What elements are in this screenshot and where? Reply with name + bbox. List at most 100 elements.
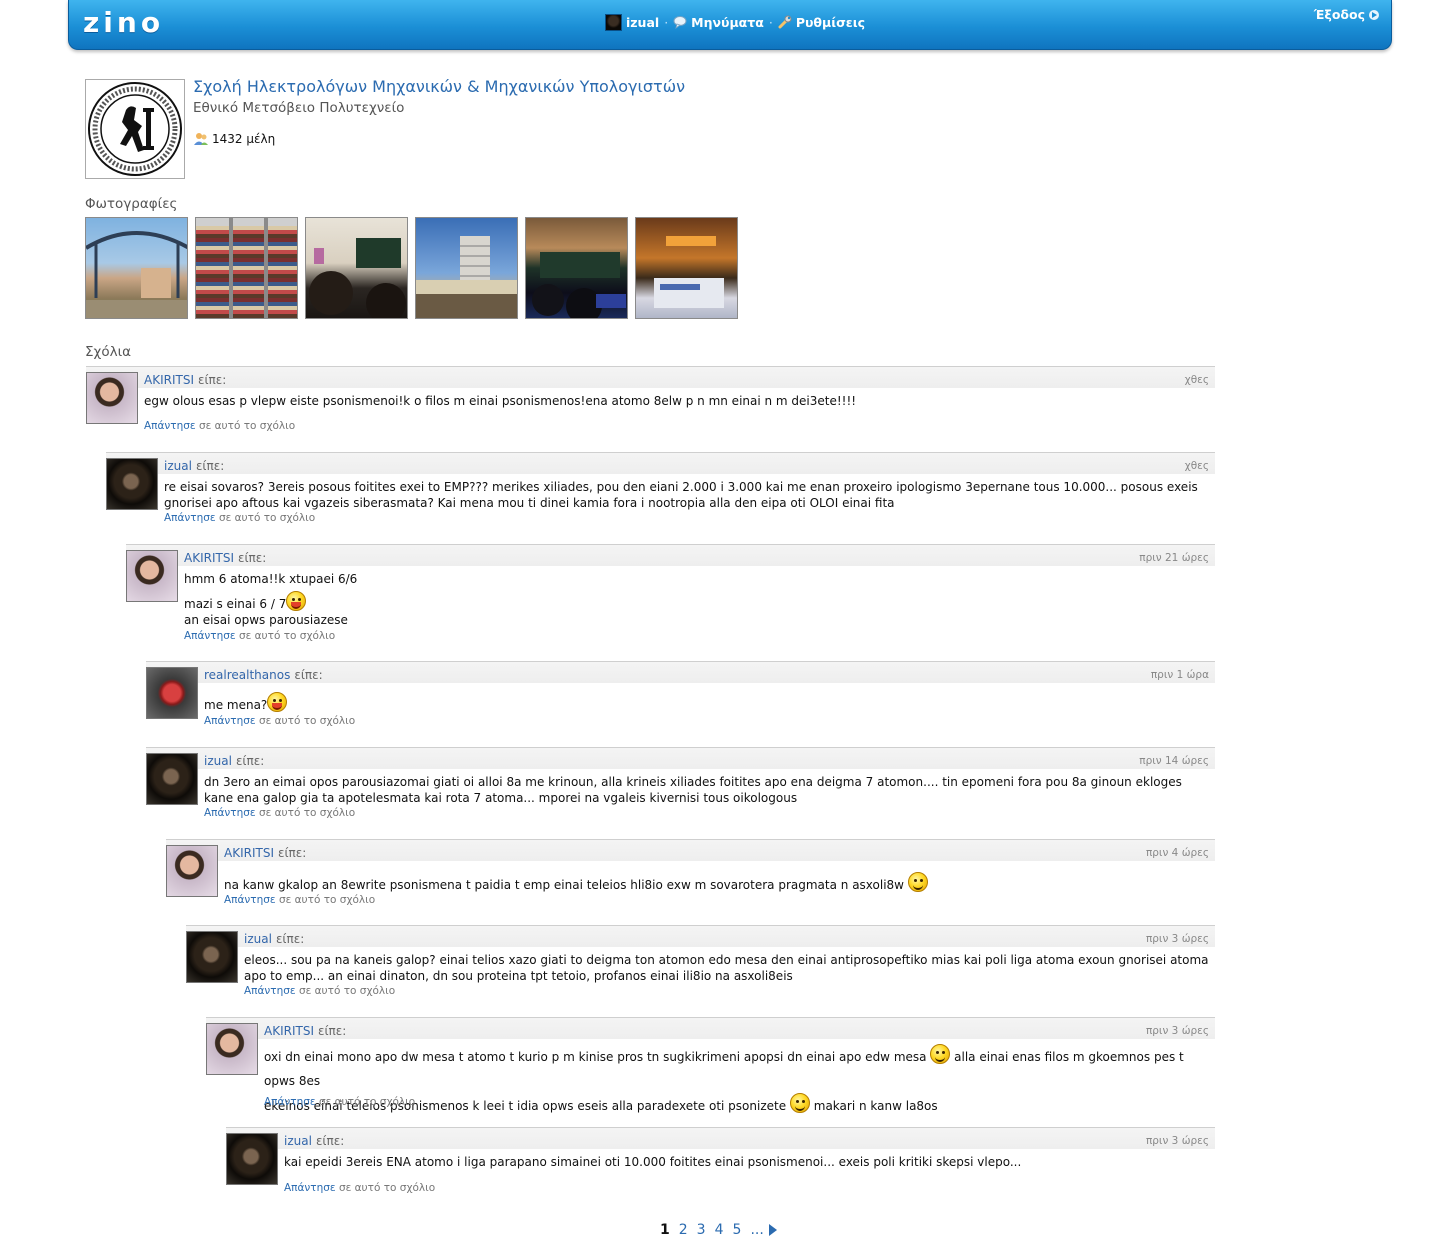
reply-link[interactable]: Απάντησε xyxy=(284,1182,336,1194)
comment-author-line: izual είπε: xyxy=(244,932,304,946)
comment: AKIRITSI είπε: πριν 21 ώρες hmm 6 atoma!!… xyxy=(126,544,1215,649)
logout-label[interactable]: Έξοδος xyxy=(1314,7,1365,22)
avatar[interactable] xyxy=(86,372,138,424)
avatar[interactable] xyxy=(126,550,178,602)
comment-author[interactable]: izual xyxy=(244,932,272,946)
comment-time: πριν 4 ώρες xyxy=(1145,847,1209,859)
comment-author[interactable]: izual xyxy=(204,754,232,768)
comment-text: dn 3ero an eimai opos parousiazomai giat… xyxy=(204,774,1211,806)
reply-row: Απάντησε σε αυτό το σχόλιο xyxy=(284,1182,435,1194)
said-label: είπε: xyxy=(277,846,307,860)
reply-link[interactable]: Απάντησε xyxy=(204,807,256,819)
comment-author[interactable]: AKIRITSI xyxy=(144,373,194,387)
comment-line: dn 3ero an eimai opos parousiazomai giat… xyxy=(204,775,1182,805)
nav-profile[interactable]: izual xyxy=(605,13,659,31)
reply-link[interactable]: Απάντησε xyxy=(144,420,196,432)
photo-thumbnail[interactable] xyxy=(525,217,628,319)
comment-author[interactable]: AKIRITSI xyxy=(224,846,274,860)
photo-thumbnail[interactable] xyxy=(305,217,408,319)
comment-header xyxy=(146,747,1215,769)
avatar[interactable] xyxy=(106,458,158,510)
arrow-right-icon xyxy=(1369,9,1379,20)
comment: AKIRITSI είπε: πριν 4 ώρες na kanw gkalop… xyxy=(166,839,1215,914)
comment-author-line: AKIRITSI είπε: xyxy=(144,373,226,387)
comment-author[interactable]: AKIRITSI xyxy=(184,551,234,565)
comment-text: re eisai sovaros? 3ereis posous foitites… xyxy=(164,479,1211,511)
nav-messages-label[interactable]: Μηνύματα xyxy=(691,15,764,30)
comment-text: me mena? xyxy=(204,688,1211,713)
comment-time: πριν 21 ώρες xyxy=(1139,552,1209,564)
said-label: είπε: xyxy=(317,1024,347,1038)
photo-thumbnail[interactable] xyxy=(195,217,298,319)
nav-settings-label[interactable]: Ρυθμίσεις xyxy=(796,15,865,30)
comment-line: kai epeidi 3ereis ENA atomo i liga parap… xyxy=(284,1155,1022,1169)
group-logo[interactable] xyxy=(85,79,185,179)
comment-author-line: AKIRITSI είπε: xyxy=(224,846,306,860)
pagination: 1 2 3 4 5 ... xyxy=(660,1222,777,1238)
reply-row: Απάντησε σε αυτό το σχόλιο xyxy=(204,807,355,819)
reply-link[interactable]: Απάντησε xyxy=(204,715,256,727)
reply-suffix: σε αυτό το σχόλιο xyxy=(278,894,376,906)
comment: izual είπε: χθες re eisai sovaros? 3ereis… xyxy=(106,452,1215,527)
nav-username[interactable]: izual xyxy=(626,15,659,30)
photo-thumbnail[interactable] xyxy=(415,217,518,319)
comment-line: mazi s einai 6 / 7 xyxy=(184,597,287,611)
comments-heading: Σχόλια xyxy=(85,344,132,360)
grin-smiley-icon xyxy=(907,872,928,892)
nav-messages[interactable]: Μηνύματα xyxy=(673,15,764,30)
comment-author[interactable]: AKIRITSI xyxy=(264,1024,314,1038)
page-link[interactable]: 3 xyxy=(697,1222,706,1238)
comment-header xyxy=(186,925,1215,947)
avatar[interactable] xyxy=(186,931,238,983)
comment: realrealthanos είπε: πριν 1 ώρα me mena? … xyxy=(146,661,1215,736)
reply-suffix: σε αυτό το σχόλιο xyxy=(258,715,356,727)
comment-author[interactable]: realrealthanos xyxy=(204,668,290,682)
reply-link[interactable]: Απάντησε xyxy=(224,894,276,906)
comment-line: na kanw gkalop an 8ewrite psonismena t p… xyxy=(224,878,904,892)
avatar[interactable] xyxy=(226,1133,278,1185)
comment-line-with-smiley: me mena? xyxy=(204,692,1211,713)
said-label: είπε: xyxy=(197,373,227,387)
page-link[interactable]: 2 xyxy=(679,1222,688,1238)
comment: izual είπε: πριν 3 ώρες kai epeidi 3ereis… xyxy=(226,1127,1215,1202)
comment-author-line: izual είπε: xyxy=(284,1134,344,1148)
avatar[interactable] xyxy=(206,1023,258,1075)
page-ellipsis: ... xyxy=(750,1222,764,1238)
reply-link[interactable]: Απάντησε xyxy=(264,1096,316,1108)
zino-logo[interactable]: zino xyxy=(83,6,164,39)
comment-line: oxi dn einai mono apo dw mesa t atomo t … xyxy=(264,1050,927,1064)
comment-header xyxy=(106,452,1215,474)
reply-link[interactable]: Απάντησε xyxy=(184,630,236,642)
comment-author-line: AKIRITSI είπε: xyxy=(264,1024,346,1038)
page-current: 1 xyxy=(660,1222,670,1238)
group-title[interactable]: Σχολή Ηλεκτρολόγων Μηχανικών & Μηχανικών… xyxy=(193,77,685,96)
avatar[interactable] xyxy=(146,753,198,805)
avatar[interactable] xyxy=(146,667,198,719)
comment-time: χθες xyxy=(1184,460,1209,472)
members-label: 1432 μέλη xyxy=(212,132,276,146)
comment-text: hmm 6 atoma!!k xtupaei 6/6 mazi s einai … xyxy=(184,571,1211,628)
comment-author[interactable]: izual xyxy=(164,459,192,473)
comment: AKIRITSI είπε: πριν 3 ώρες oxi dn einai m… xyxy=(206,1017,1215,1113)
members-count[interactable]: 1432 μέλη xyxy=(193,131,275,147)
nav-settings[interactable]: Ρυθμίσεις xyxy=(778,15,865,30)
reply-suffix: σε αυτό το σχόλιο xyxy=(258,807,356,819)
page-link[interactable]: 4 xyxy=(715,1222,724,1238)
page-link[interactable]: 5 xyxy=(733,1222,742,1238)
reply-link[interactable]: Απάντησε xyxy=(244,985,296,997)
said-label: είπε: xyxy=(315,1134,345,1148)
avatar[interactable] xyxy=(166,845,218,897)
comment-line: eleos... sou pa na kaneis galop? einai t… xyxy=(244,953,1209,983)
logout-button[interactable]: Έξοδος xyxy=(1314,7,1379,22)
comment-author[interactable]: izual xyxy=(284,1134,312,1148)
photo-thumbnail[interactable] xyxy=(85,217,188,319)
reply-link[interactable]: Απάντησε xyxy=(164,512,216,524)
comment-line-with-smiley: mazi s einai 6 / 7 xyxy=(184,591,1211,612)
comment-time: πριν 14 ώρες xyxy=(1139,755,1209,767)
comment-header xyxy=(226,1127,1215,1149)
reply-row: Απάντησε σε αυτό το σχόλιο xyxy=(144,420,295,432)
next-page-icon[interactable] xyxy=(768,1224,777,1236)
reply-row: Απάντησε σε αυτό το σχόλιο xyxy=(204,715,355,727)
photo-thumbnail[interactable] xyxy=(635,217,738,319)
reply-suffix: σε αυτό το σχόλιο xyxy=(298,985,396,997)
